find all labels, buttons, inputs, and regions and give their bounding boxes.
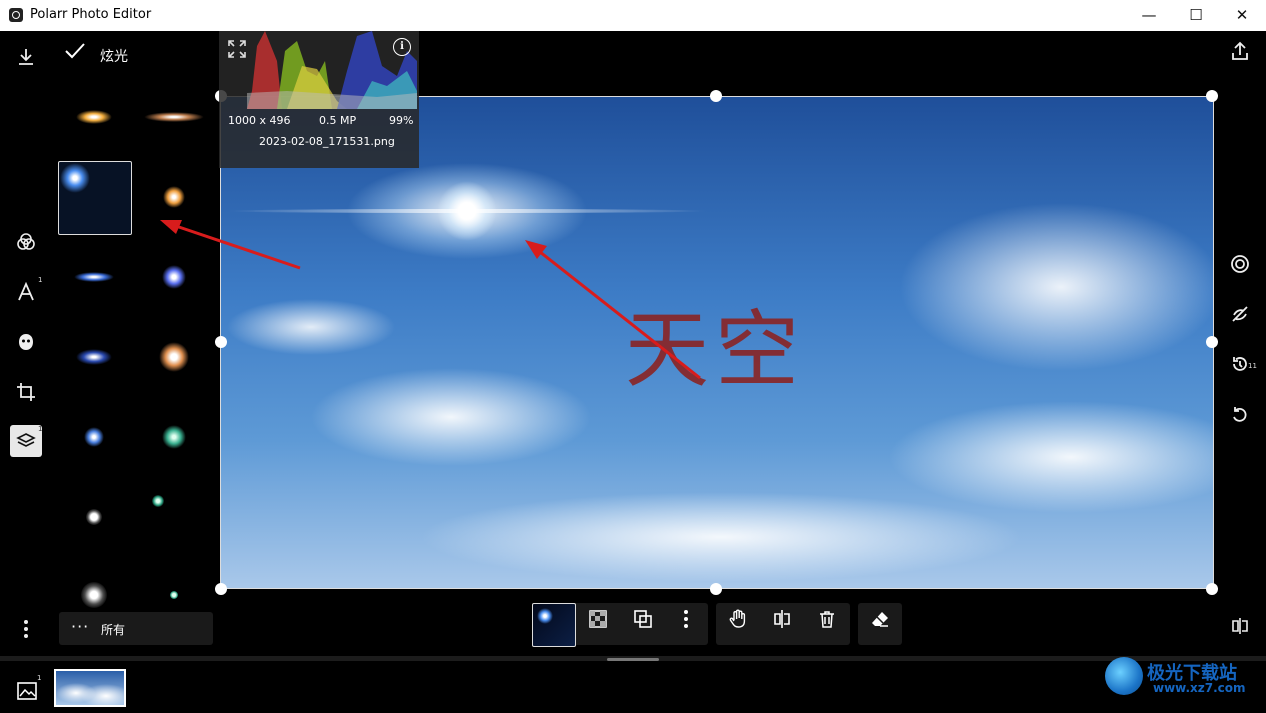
layer-toolbar-group-3 — [858, 603, 902, 645]
history-count-badge: 11 — [1248, 362, 1257, 370]
gallery-icon[interactable] — [16, 681, 38, 706]
layer-toolbar-group-1 — [532, 603, 708, 647]
flare-preset-8[interactable] — [138, 321, 210, 393]
opacity-icon[interactable] — [582, 608, 614, 640]
more-horizontal-icon: ··· — [71, 617, 90, 636]
layers-icon[interactable]: 1 — [10, 425, 42, 457]
crop-handle-bottom[interactable] — [710, 583, 722, 595]
eraser-icon[interactable] — [864, 608, 896, 640]
flare-panel: 炫光 — [52, 31, 218, 656]
app-icon — [9, 8, 23, 22]
flare-preset-6[interactable] — [138, 241, 210, 313]
check-icon[interactable] — [64, 41, 86, 66]
minimize-button[interactable]: — — [1126, 0, 1172, 31]
layer-toolbar-group-2 — [716, 603, 850, 645]
crop-icon[interactable] — [10, 376, 42, 408]
zoom-level: 99% — [389, 114, 414, 127]
site-logo: 极光下载站 www.xz7.com — [1105, 657, 1260, 697]
blend-mode-icon[interactable] — [627, 608, 659, 640]
watermark-text: 天空 — [625, 301, 806, 399]
text-tool-icon[interactable]: 1 — [10, 276, 42, 308]
image-info-overlay: i 1000 x 496 0.5 MP 99% 2023-02-08_17153… — [219, 31, 419, 168]
layers-count-badge: 1 — [38, 425, 43, 433]
image-filename: 2023-02-08_171531.png — [259, 135, 395, 148]
text-count-badge: 1 — [38, 276, 43, 284]
download-icon[interactable] — [10, 41, 42, 73]
compare-icon[interactable] — [1226, 616, 1254, 644]
flare-preset-11[interactable] — [58, 481, 130, 553]
canvas-area[interactable]: 天空 i 1000 x 496 0.5 MP 99% 2023-02-08_17… — [215, 31, 1226, 656]
undo-icon[interactable] — [1226, 404, 1254, 432]
filter-label: 所有 — [101, 623, 126, 637]
crop-handle-bottom-right[interactable] — [1206, 583, 1218, 595]
flare-preset-1[interactable] — [58, 81, 130, 153]
move-hand-icon[interactable] — [722, 608, 754, 640]
window-title: Polarr Photo Editor — [30, 7, 152, 22]
filters-icon[interactable] — [10, 226, 42, 258]
history-icon[interactable]: 11 — [1226, 354, 1257, 382]
filmstrip-drag-handle[interactable] — [607, 658, 659, 661]
left-toolbar: 1 1 — [0, 31, 52, 656]
histogram — [247, 31, 417, 109]
flare-preset-12[interactable] — [138, 481, 210, 553]
expand-icon[interactable] — [227, 39, 247, 63]
mask-icon[interactable] — [1226, 254, 1254, 282]
flare-streak — [227, 209, 707, 213]
more-options-icon[interactable] — [670, 608, 702, 640]
right-toolbar: 11 — [1226, 31, 1266, 656]
flare-preset-9[interactable] — [58, 401, 130, 473]
crop-handle-top[interactable] — [710, 90, 722, 102]
image-megapixels: 0.5 MP — [319, 114, 357, 127]
flare-preset-3-selected[interactable] — [58, 161, 132, 235]
more-vertical-icon[interactable] — [10, 613, 42, 645]
current-flare-thumbnail[interactable] — [532, 603, 576, 647]
hide-overlay-icon[interactable] — [1226, 304, 1254, 332]
delete-icon[interactable] — [811, 608, 843, 640]
image-dimensions: 1000 x 496 — [228, 114, 291, 127]
panel-title: 炫光 — [100, 49, 128, 65]
close-button[interactable]: ✕ — [1219, 0, 1265, 31]
filmstrip: 1 — [0, 656, 1266, 713]
flare-preset-10[interactable] — [138, 401, 210, 473]
crop-handle-right[interactable] — [1206, 336, 1218, 348]
logo-domain: www.xz7.com — [1153, 681, 1246, 695]
photo-canvas[interactable]: 天空 — [220, 96, 1214, 589]
image-thumbnail[interactable] — [54, 669, 126, 707]
crop-handle-bottom-left[interactable] — [215, 583, 227, 595]
flare-preset-2[interactable] — [138, 81, 210, 153]
crop-handle-left[interactable] — [215, 336, 227, 348]
image-count-badge: 1 — [37, 674, 42, 682]
editor: 1 1 炫光 ··· 所有 天空 i 1000 x 496 0.5 MP 99%… — [0, 31, 1266, 713]
info-icon[interactable]: i — [393, 38, 411, 56]
logo-mark — [1105, 657, 1143, 695]
share-icon[interactable] — [1226, 41, 1254, 69]
panel-header: 炫光 — [52, 41, 218, 71]
maximize-button[interactable]: ☐ — [1173, 0, 1219, 31]
face-tool-icon[interactable] — [10, 326, 42, 358]
flare-preset-5[interactable] — [58, 241, 130, 313]
flare-preset-4[interactable] — [138, 161, 210, 233]
title-bar: Polarr Photo Editor — ☐ ✕ — [0, 0, 1266, 31]
crop-handle-top-right[interactable] — [1206, 90, 1218, 102]
flare-category-filter[interactable]: ··· 所有 — [59, 612, 213, 645]
flip-icon[interactable] — [766, 608, 798, 640]
flare-preset-7[interactable] — [58, 321, 130, 393]
